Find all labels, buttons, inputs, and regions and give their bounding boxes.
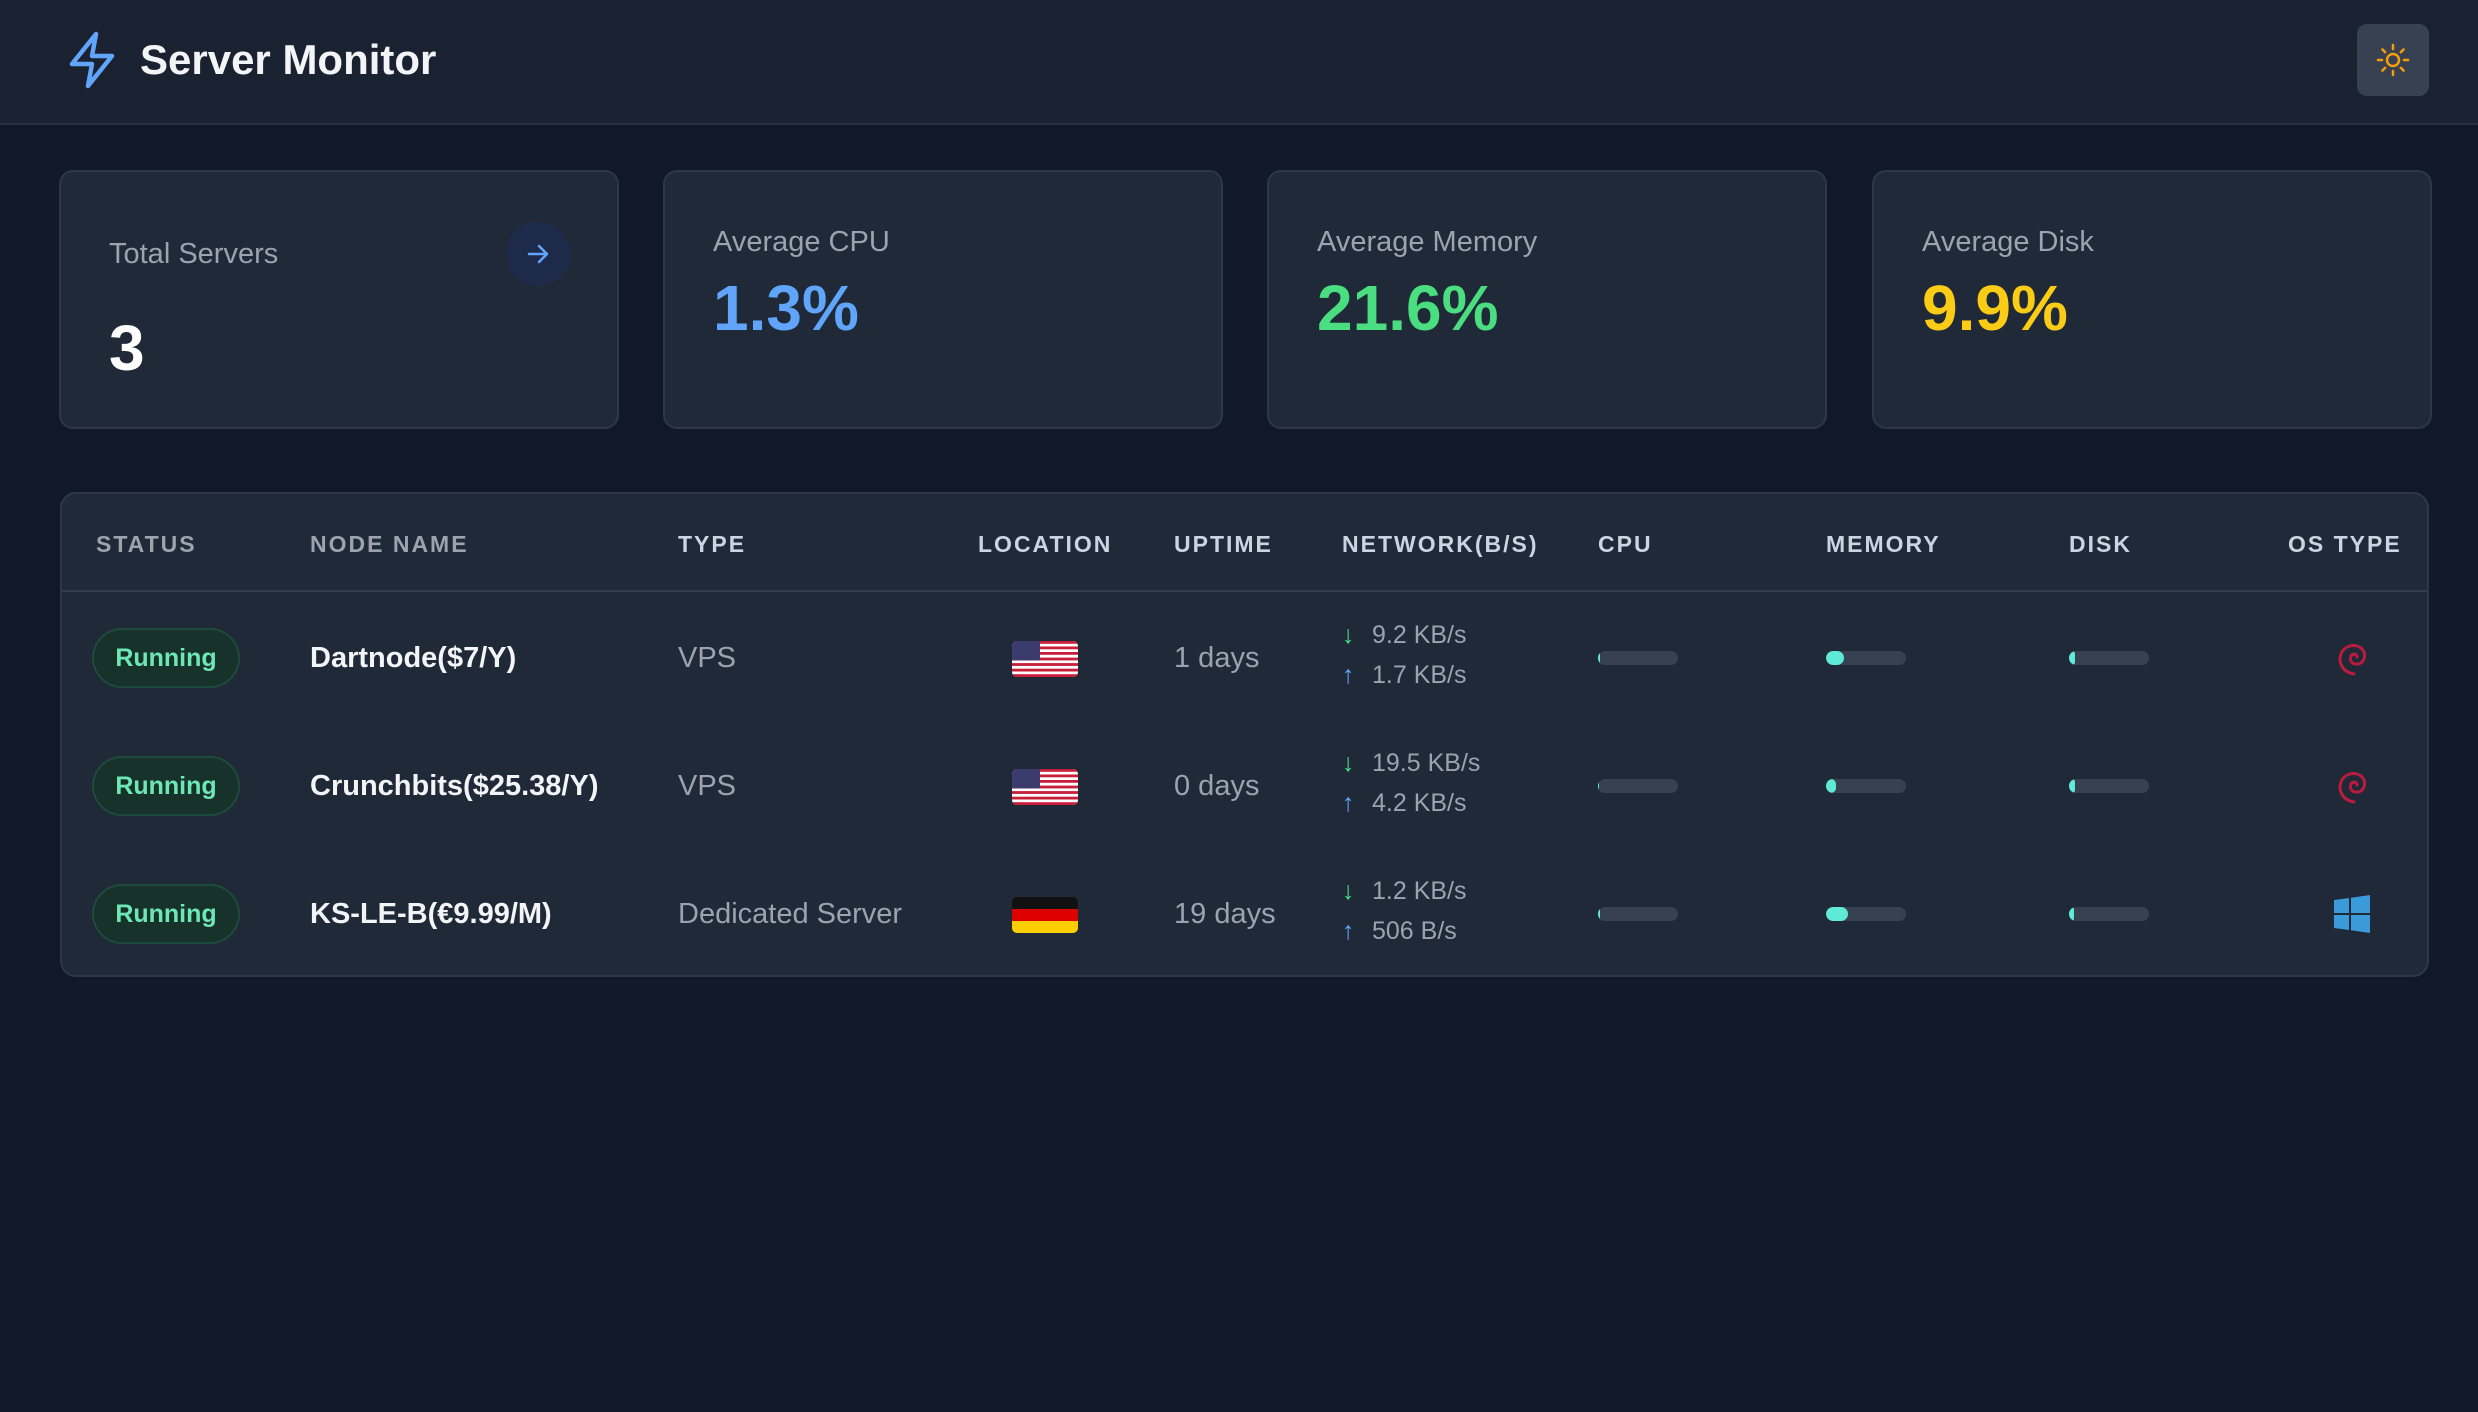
status-badge: Running: [92, 756, 240, 816]
debian-icon: [2338, 772, 2367, 804]
average-disk-label: Average Disk: [1922, 226, 2094, 258]
network-download: ↓ 9.2 KB/s: [1342, 620, 1467, 650]
upload-rate: 506 B/s: [1372, 917, 1457, 945]
table-header: STATUS NODE NAME TYPE LOCATION UPTIME NE…: [62, 494, 2427, 592]
column-header-node-name: NODE NAME: [310, 531, 469, 557]
lightning-bolt-icon: [69, 31, 115, 89]
column-header-type: TYPE: [678, 531, 747, 557]
memory-usage-fill: [1826, 651, 1844, 665]
memory-usage-fill: [1826, 779, 1836, 793]
upload-rate: 4.2 KB/s: [1372, 789, 1467, 817]
theme-toggle-button[interactable]: [2357, 24, 2429, 96]
de-flag-icon: [1012, 897, 1078, 933]
status-badge: Running: [92, 628, 240, 688]
app-title: Server Monitor: [140, 36, 437, 83]
us-flag-icon: [1012, 769, 1078, 805]
table-row[interactable]: Running Dartnode($7/Y) VPS 1 days ↓ 9.2 K…: [62, 594, 2427, 722]
node-name: Crunchbits($25.38/Y): [310, 770, 599, 802]
average-memory-label: Average Memory: [1317, 226, 1538, 258]
disk-usage-bar: [2069, 651, 2149, 665]
uptime-value: 1 days: [1174, 642, 1260, 674]
disk-usage-fill: [2069, 907, 2074, 921]
uptime-value: 19 days: [1174, 898, 1276, 930]
disk-usage-bar: [2069, 779, 2149, 793]
debian-icon: [2338, 644, 2367, 676]
average-memory-card: Average Memory 21.6%: [1267, 170, 1827, 429]
disk-usage-fill: [2069, 651, 2076, 665]
server-type: VPS: [678, 642, 737, 674]
network-upload: ↑ 1.7 KB/s: [1342, 660, 1467, 690]
column-header-cpu: CPU: [1598, 531, 1653, 557]
network-download: ↓ 19.5 KB/s: [1342, 748, 1480, 778]
disk-usage-bar: [2069, 907, 2149, 921]
average-disk-card: Average Disk 9.9%: [1872, 170, 2432, 429]
network-upload: ↑ 506 B/s: [1342, 916, 1457, 946]
average-cpu-label: Average CPU: [713, 226, 890, 258]
node-name: Dartnode($7/Y): [310, 642, 517, 674]
arrow-down-icon: ↓: [1342, 749, 1355, 777]
column-header-memory: MEMORY: [1826, 531, 1941, 557]
uptime-value: 0 days: [1174, 770, 1260, 802]
cpu-usage-bar: [1598, 779, 1678, 793]
download-rate: 1.2 KB/s: [1372, 877, 1467, 905]
column-header-location: LOCATION: [978, 531, 1113, 557]
column-header-disk: DISK: [2069, 531, 2132, 557]
server-type: Dedicated Server: [678, 898, 903, 930]
node-name: KS-LE-B(€9.99/M): [310, 898, 552, 930]
arrow-down-icon: ↓: [1342, 621, 1355, 649]
arrow-up-icon: ↑: [1342, 789, 1355, 817]
cpu-usage-bar: [1598, 651, 1678, 665]
cpu-usage-fill: [1598, 907, 1600, 921]
network-upload: ↑ 4.2 KB/s: [1342, 788, 1467, 818]
column-header-network: NETWORK(B/S): [1342, 531, 1539, 557]
memory-usage-bar: [1826, 651, 1906, 665]
server-table: STATUS NODE NAME TYPE LOCATION UPTIME NE…: [60, 492, 2429, 977]
memory-usage-bar: [1826, 779, 1906, 793]
us-flag-icon: [1012, 641, 1078, 677]
total-servers-card: Total Servers 3: [59, 170, 619, 429]
memory-usage-fill: [1826, 907, 1849, 921]
network-download: ↓ 1.2 KB/s: [1342, 876, 1467, 906]
column-header-uptime: UPTIME: [1174, 531, 1273, 557]
view-servers-button[interactable]: [506, 222, 570, 286]
top-bar: Server Monitor: [0, 0, 2478, 125]
table-row[interactable]: Running KS-LE-B(€9.99/M) Dedicated Serve…: [62, 850, 2427, 975]
download-rate: 9.2 KB/s: [1372, 621, 1467, 649]
total-servers-value: 3: [109, 312, 145, 384]
server-type: VPS: [678, 770, 737, 802]
arrow-up-icon: ↑: [1342, 661, 1355, 689]
average-memory-value: 21.6%: [1317, 272, 1499, 344]
column-header-status: STATUS: [96, 531, 197, 557]
upload-rate: 1.7 KB/s: [1372, 661, 1467, 689]
status-badge: Running: [92, 884, 240, 944]
total-servers-label: Total Servers: [109, 238, 279, 270]
table-row[interactable]: Running Crunchbits($25.38/Y) VPS 0 days …: [62, 722, 2427, 850]
cpu-usage-fill: [1598, 779, 1599, 793]
average-disk-value: 9.9%: [1922, 272, 2068, 344]
average-cpu-value: 1.3%: [713, 272, 859, 344]
cpu-usage-bar: [1598, 907, 1678, 921]
windows-icon: [2334, 895, 2370, 933]
arrow-right-icon: [527, 244, 549, 264]
column-header-os-type: OS TYPE: [2288, 531, 2402, 557]
memory-usage-bar: [1826, 907, 1906, 921]
arrow-down-icon: ↓: [1342, 877, 1355, 905]
arrow-up-icon: ↑: [1342, 917, 1355, 945]
sun-icon: [2376, 43, 2410, 77]
average-cpu-card: Average CPU 1.3%: [663, 170, 1223, 429]
disk-usage-fill: [2069, 779, 2076, 793]
cpu-usage-fill: [1598, 651, 1600, 665]
download-rate: 19.5 KB/s: [1372, 749, 1481, 777]
